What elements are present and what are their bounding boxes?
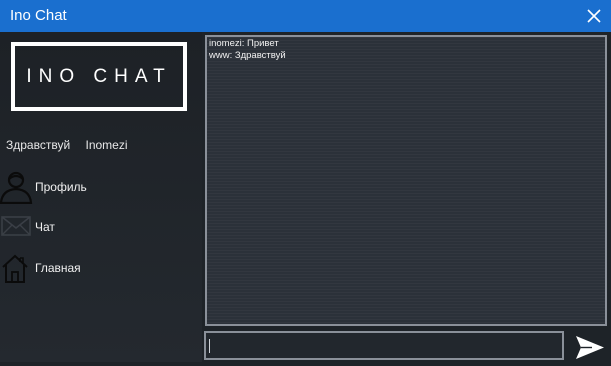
message-input[interactable] xyxy=(204,331,564,360)
send-icon xyxy=(576,336,604,359)
username: Inomezi xyxy=(85,138,128,152)
sidebar-item-label: Профиль xyxy=(35,180,87,194)
close-button[interactable] xyxy=(577,0,611,32)
app-window: Ino Chat INO CHAT Здравствуй Inomezi Про… xyxy=(0,0,611,362)
send-button[interactable] xyxy=(574,334,606,361)
message: inomezi: Привет xyxy=(209,38,279,49)
sidebar-item-profile[interactable]: Профиль xyxy=(0,170,190,204)
sidebar-item-chat[interactable]: Чат xyxy=(0,213,190,247)
envelope-icon xyxy=(1,216,31,236)
sidebar-item-home[interactable]: Главная xyxy=(0,252,190,286)
close-icon xyxy=(587,9,601,23)
window-title: Ino Chat xyxy=(10,7,67,24)
message-list[interactable]: inomezi: Привет www: Здравствуй xyxy=(205,35,607,326)
sidebar-item-label: Чат xyxy=(35,220,55,234)
sidebar: INO CHAT Здравствуй Inomezi Профиль Чат xyxy=(0,32,202,362)
greeting: Здравствуй Inomezi xyxy=(6,138,128,152)
sidebar-item-label: Главная xyxy=(35,261,81,275)
user-icon xyxy=(0,171,33,204)
title-bar: Ino Chat xyxy=(0,0,611,32)
text-caret xyxy=(209,339,210,353)
greeting-text: Здравствуй xyxy=(6,138,71,152)
logo: INO CHAT xyxy=(11,42,187,111)
message: www: Здравствуй xyxy=(209,50,286,61)
logo-text: INO CHAT xyxy=(26,65,172,87)
home-icon xyxy=(2,254,28,283)
